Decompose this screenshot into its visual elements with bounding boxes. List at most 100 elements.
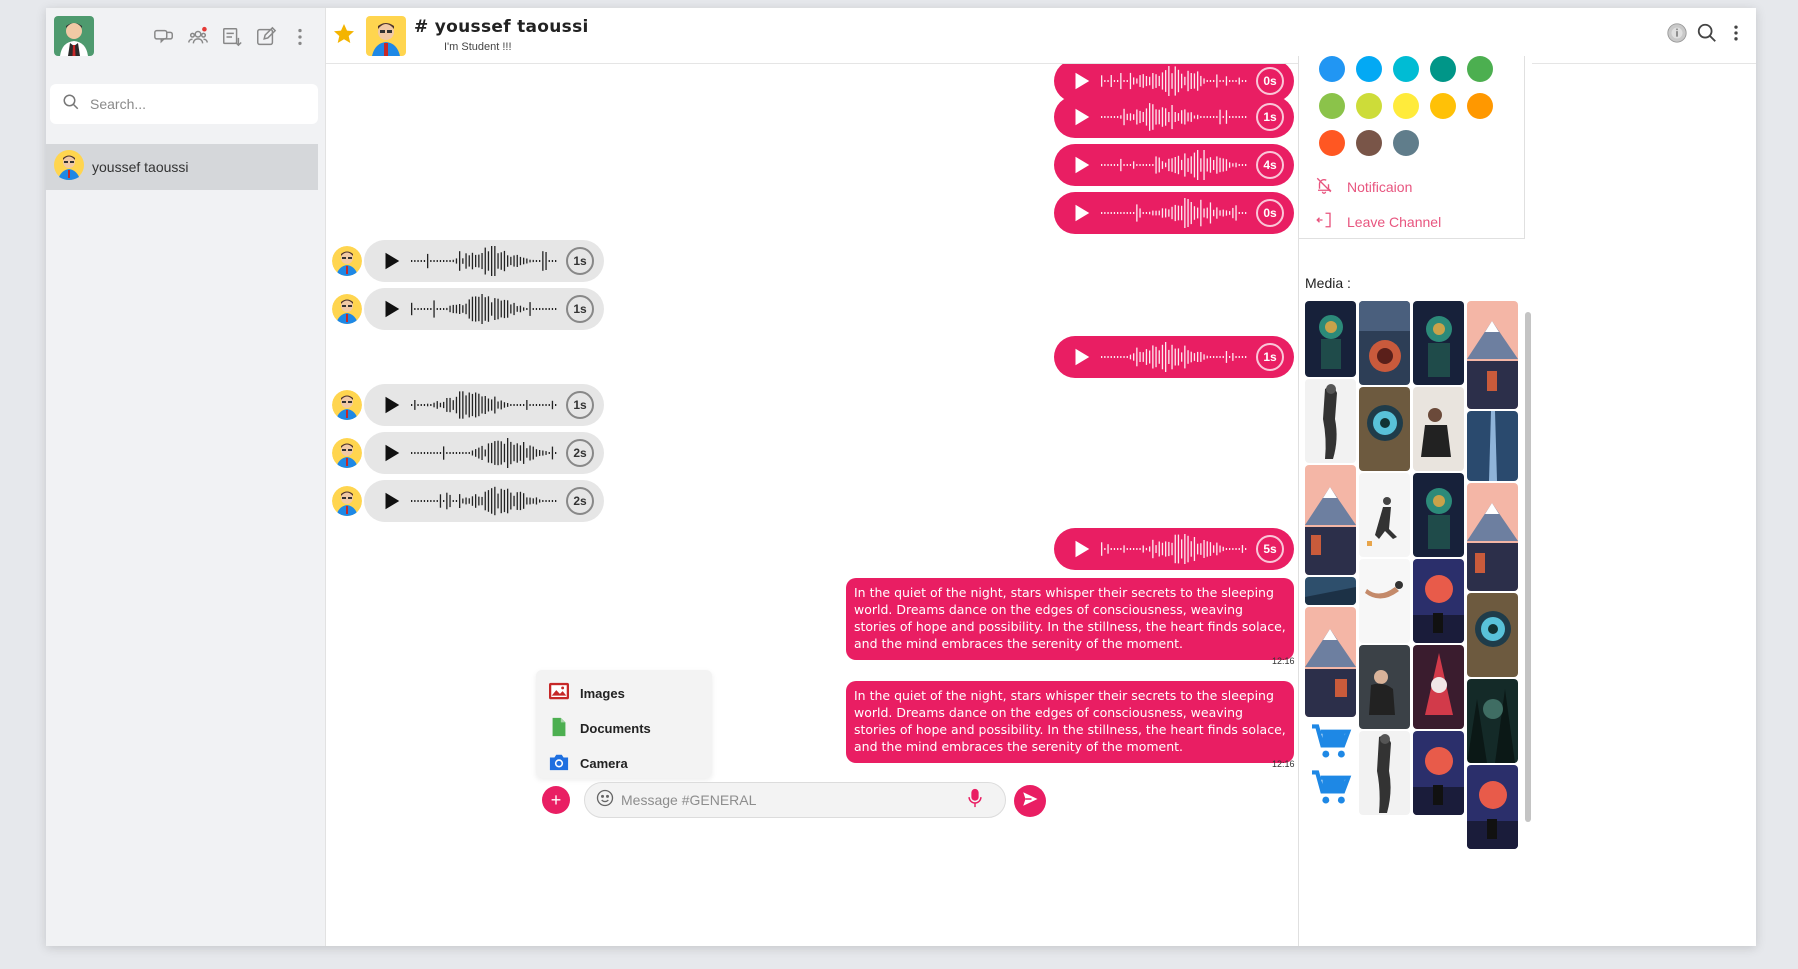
color-swatch[interactable] [1319,93,1345,119]
color-swatch[interactable] [1430,56,1456,82]
attach-documents-label: Documents [580,721,651,736]
voice-message[interactable]: 5s [1054,528,1294,570]
notification-option[interactable]: Notificaion [1315,176,1412,197]
compose-icon[interactable] [253,24,279,50]
color-swatch[interactable] [1356,56,1382,82]
media-thumbnail[interactable] [1359,387,1410,471]
voice-message[interactable]: 1s [364,384,604,426]
message-body: In the quiet of the night, stars whisper… [854,585,1286,651]
play-icon[interactable] [1066,342,1096,372]
media-thumbnail[interactable] [1413,731,1464,815]
attach-images-option[interactable]: Images [548,676,700,711]
media-thumbnail[interactable] [1305,465,1356,575]
waveform[interactable] [410,484,560,518]
voice-message[interactable]: 1s [364,288,604,330]
more-vertical-icon[interactable] [287,24,313,50]
color-swatch[interactable] [1319,130,1345,156]
media-thumbnail[interactable] [1305,577,1356,605]
groups-icon[interactable] [185,24,211,50]
color-swatch[interactable] [1467,93,1493,119]
media-thumbnail[interactable] [1413,387,1464,471]
voice-message[interactable]: 4s [1054,144,1294,186]
media-thumbnail[interactable] [1305,607,1356,717]
emoji-icon[interactable] [595,788,615,812]
media-thumbnail[interactable] [1413,559,1464,643]
channel-subtitle: I'm Student !!! [444,41,512,53]
play-icon[interactable] [376,246,406,276]
media-thumbnail[interactable] [1467,593,1518,677]
attach-button[interactable]: + [542,786,570,814]
search-input[interactable] [90,96,290,112]
cart-icon[interactable] [1305,765,1356,811]
media-thumbnail[interactable] [1413,473,1464,557]
attach-images-label: Images [580,686,625,701]
color-swatch[interactable] [1393,93,1419,119]
color-swatch[interactable] [1467,56,1493,82]
leave-channel-option[interactable]: Leave Channel [1315,211,1441,232]
microphone-icon[interactable] [967,788,983,812]
play-icon[interactable] [1066,534,1096,564]
waveform[interactable] [410,436,560,470]
waveform[interactable] [1100,196,1250,230]
text-message[interactable]: In the quiet of the night, stars whisper… [846,578,1294,660]
color-swatch[interactable] [1430,93,1456,119]
play-icon[interactable] [376,294,406,324]
info-icon[interactable] [1666,22,1688,48]
media-thumbnail[interactable] [1359,473,1410,557]
more-vertical-icon[interactable] [1726,23,1746,47]
media-thumbnail[interactable] [1413,301,1464,385]
waveform[interactable] [1100,532,1250,566]
voice-message[interactable]: 1s [1054,336,1294,378]
play-icon[interactable] [1066,150,1096,180]
media-thumbnail[interactable] [1359,645,1410,729]
play-icon[interactable] [376,390,406,420]
voice-message[interactable]: 2s [364,432,604,474]
voice-message[interactable]: 2s [364,480,604,522]
waveform[interactable] [1100,148,1250,182]
media-thumbnail[interactable] [1359,301,1410,385]
text-message[interactable]: In the quiet of the night, stars whisper… [846,681,1294,763]
media-thumbnail[interactable] [1467,679,1518,763]
chats-icon[interactable] [151,24,177,50]
media-thumbnail[interactable] [1305,379,1356,463]
media-thumbnail[interactable] [1467,411,1518,481]
media-thumbnail[interactable] [1359,731,1410,815]
color-swatch[interactable] [1393,130,1419,156]
color-swatch[interactable] [1356,93,1382,119]
voice-message[interactable]: 1s [1054,96,1294,138]
channel-download-icon[interactable] [219,24,245,50]
message-input[interactable] [621,792,961,808]
star-icon[interactable] [332,22,356,50]
waveform[interactable] [1100,340,1250,374]
voice-message[interactable]: 0s [1054,192,1294,234]
cart-icon[interactable] [1305,719,1356,765]
play-icon[interactable] [376,486,406,516]
contact-item[interactable]: youssef taoussi [46,144,318,190]
waveform[interactable] [1100,100,1250,134]
media-thumbnail[interactable] [1467,483,1518,591]
play-icon[interactable] [1066,102,1096,132]
waveform[interactable] [410,388,560,422]
panel-scrollbar[interactable] [1525,312,1531,822]
play-icon[interactable] [1066,198,1096,228]
play-icon[interactable] [376,438,406,468]
waveform[interactable] [410,292,560,326]
send-icon [1021,790,1039,812]
waveform[interactable] [410,244,560,278]
waveform[interactable] [1100,64,1250,98]
my-avatar[interactable] [54,16,94,56]
color-swatch[interactable] [1356,130,1382,156]
media-thumbnail[interactable] [1305,301,1356,377]
color-swatch[interactable] [1319,56,1345,82]
voice-message[interactable]: 1s [364,240,604,282]
media-thumbnail[interactable] [1467,765,1518,849]
color-swatch[interactable] [1393,56,1419,82]
media-thumbnail[interactable] [1413,645,1464,729]
send-button[interactable] [1014,785,1046,817]
search-icon[interactable] [1696,22,1718,48]
attach-documents-option[interactable]: Documents [548,711,700,746]
attach-camera-option[interactable]: Camera [548,746,700,781]
play-icon[interactable] [1066,66,1096,96]
media-thumbnail[interactable] [1467,301,1518,409]
media-thumbnail[interactable] [1359,559,1410,643]
